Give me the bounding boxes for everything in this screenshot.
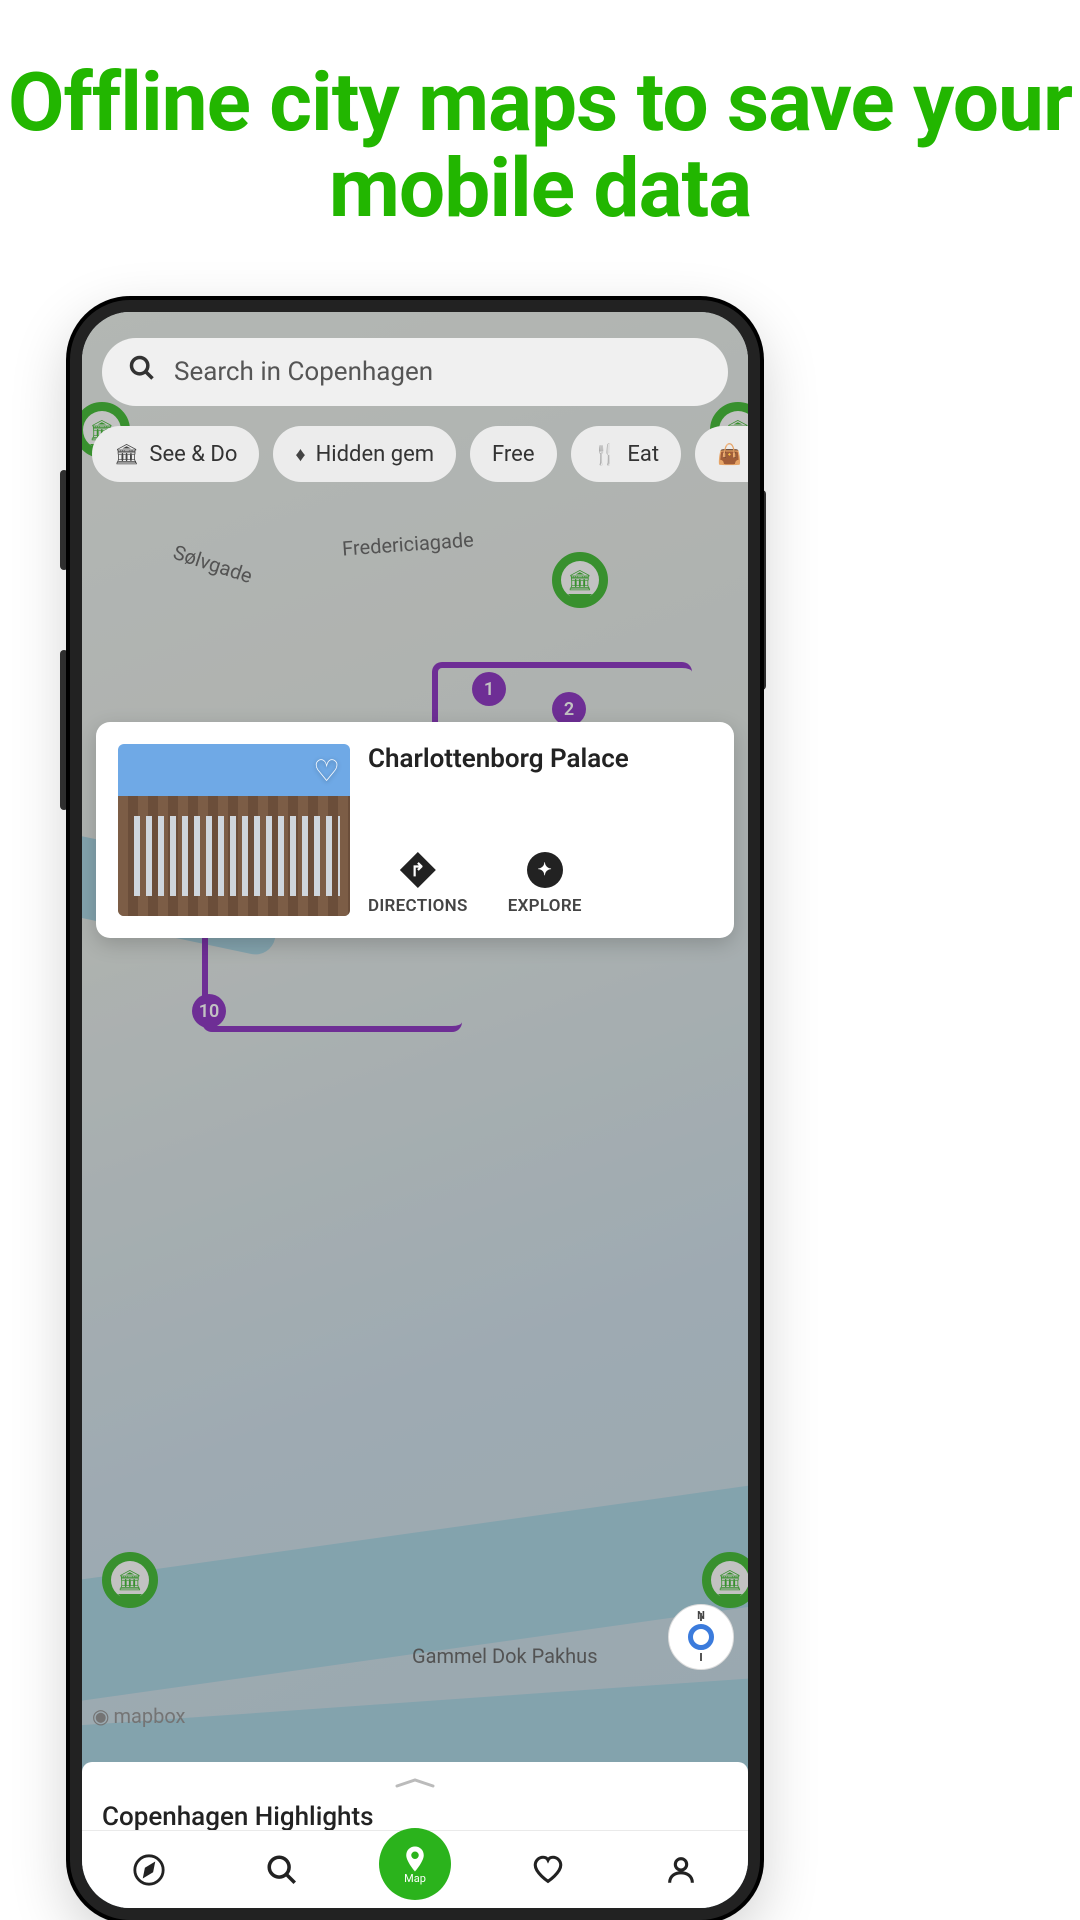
chip-more[interactable]: 👜 S xyxy=(695,426,748,482)
nav-map[interactable]: Map xyxy=(379,1828,451,1900)
nav-map-label: Map xyxy=(404,1872,426,1885)
cutlery-icon: 🍴 xyxy=(593,442,618,466)
street-label: Fredericiagade xyxy=(341,527,474,560)
search-placeholder: Search in Copenhagen xyxy=(174,357,433,387)
map-background[interactable]: Sølvgade Fredericiagade 🏛 🏛 🏛 🏛 🏛 1 2 10… xyxy=(82,312,748,1908)
chip-hidden-gem[interactable]: ♦ Hidden gem xyxy=(273,426,456,482)
compass-icon: ✦ xyxy=(527,852,563,888)
search-bar[interactable]: Search in Copenhagen xyxy=(102,338,728,406)
directions-icon: ↱ xyxy=(400,852,436,888)
directions-button[interactable]: ↱ DIRECTIONS xyxy=(368,852,468,916)
poi-title: Charlottenborg Palace xyxy=(368,744,712,774)
chip-label: Hidden gem xyxy=(316,442,434,467)
phone-volume-up xyxy=(60,470,68,570)
map-poi-pin[interactable]: 🏛 xyxy=(102,1552,158,1608)
nav-search[interactable] xyxy=(258,1846,306,1894)
poi-image: ♡ xyxy=(118,744,350,916)
map-attribution: ◉ mapbox xyxy=(92,1704,185,1728)
street-label: Sølvgade xyxy=(170,540,255,588)
chip-see-do[interactable]: 🏛 See & Do xyxy=(92,426,259,482)
bottom-navbar: Map xyxy=(82,1830,748,1908)
museum-icon: 🏛 xyxy=(114,442,139,466)
location-crosshair-icon xyxy=(688,1624,714,1650)
explore-label: EXPLORE xyxy=(508,896,582,916)
chip-label: See & Do xyxy=(149,442,237,467)
explore-button[interactable]: ✦ EXPLORE xyxy=(508,852,582,916)
chip-free[interactable]: Free xyxy=(470,426,556,482)
bag-icon: 👜 xyxy=(717,442,742,466)
favorite-button[interactable]: ♡ xyxy=(313,754,340,789)
sheet-handle[interactable] xyxy=(395,1778,435,1788)
phone-volume-down xyxy=(60,650,68,810)
map-water xyxy=(82,1466,748,1710)
directions-label: DIRECTIONS xyxy=(368,896,468,916)
recenter-button[interactable]: N xyxy=(668,1604,734,1670)
route-node[interactable]: 10 xyxy=(192,994,226,1028)
circle-icon: ◉ xyxy=(92,1704,109,1728)
category-chip-row[interactable]: 🏛 See & Do ♦ Hidden gem Free 🍴 Eat 👜 S xyxy=(82,426,748,482)
search-icon xyxy=(128,354,156,390)
route-node[interactable]: 1 xyxy=(472,672,506,706)
map-pin-icon xyxy=(400,1844,430,1874)
phone-frame: Sølvgade Fredericiagade 🏛 🏛 🏛 🏛 🏛 1 2 10… xyxy=(70,300,760,1920)
nav-profile[interactable] xyxy=(657,1846,705,1894)
chip-label: Eat xyxy=(627,442,659,467)
nav-explore[interactable] xyxy=(125,1846,173,1894)
poi-card[interactable]: ♡ Charlottenborg Palace ↱ DIRECTIONS ✦ E… xyxy=(96,722,734,938)
app-screen: Sølvgade Fredericiagade 🏛 🏛 🏛 🏛 🏛 1 2 10… xyxy=(82,312,748,1908)
map-poi-pin[interactable]: 🏛 xyxy=(552,552,608,608)
poi-label: Gammel Dok Pakhus xyxy=(412,1644,598,1668)
chip-eat[interactable]: 🍴 Eat xyxy=(571,426,682,482)
chip-label: Free xyxy=(492,442,534,467)
route-node[interactable]: 2 xyxy=(552,692,586,726)
nav-favorites[interactable] xyxy=(524,1846,572,1894)
gem-icon: ♦ xyxy=(295,442,305,467)
promo-headline: Offline city maps to save your mobile da… xyxy=(0,60,1080,232)
